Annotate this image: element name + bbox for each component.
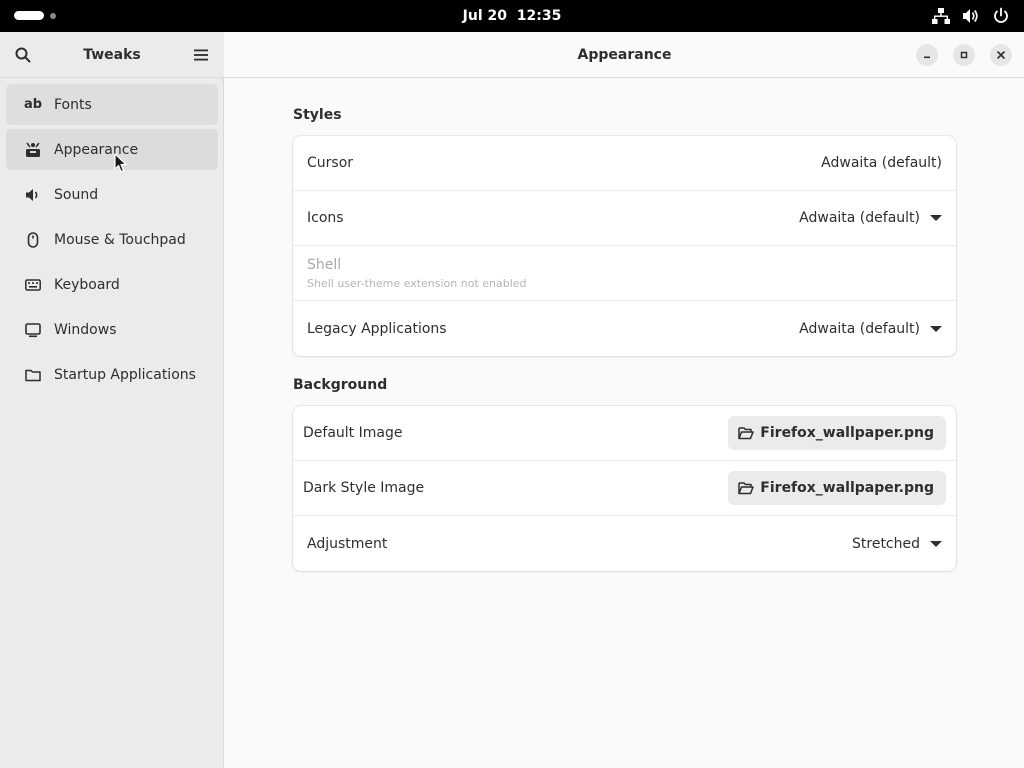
- sidebar-item-label: Mouse & Touchpad: [54, 231, 186, 248]
- folder-open-icon: [738, 427, 755, 440]
- background-heading: Background: [293, 377, 388, 393]
- appearance-content: Styles Cursor Adwaita (default) Icons Ad…: [293, 102, 956, 587]
- legacy-applications-row[interactable]: Legacy Applications Adwaita (default): [293, 301, 956, 356]
- dark-style-image-button[interactable]: Firefox_wallpaper.png: [728, 471, 946, 505]
- sidebar-item-appearance[interactable]: Appearance: [6, 129, 218, 170]
- default-image-row: Default Image Firefox_wallpaper.png: [293, 406, 956, 461]
- monitor-icon: [24, 321, 42, 339]
- search-button[interactable]: [8, 40, 38, 70]
- main-header: Appearance: [225, 32, 1024, 78]
- styles-card: Cursor Adwaita (default) Icons Adwaita (…: [293, 136, 956, 356]
- icons-label: Icons: [307, 210, 344, 226]
- workspace-active-indicator: [14, 11, 44, 20]
- background-card: Default Image Firefox_wallpaper.png Dark…: [293, 406, 956, 571]
- default-image-button[interactable]: Firefox_wallpaper.png: [728, 416, 946, 450]
- workspace-indicator: [50, 12, 56, 19]
- tweaks-window: Tweaks ab Fonts Appearance Sound Mouse &…: [0, 32, 1024, 768]
- default-image-filename: Firefox_wallpaper.png: [760, 425, 934, 441]
- clock: Jul 20 12:35: [0, 0, 1024, 32]
- folder-icon: [24, 366, 42, 384]
- clock-date[interactable]: Jul 20: [463, 8, 507, 24]
- sidebar-item-mouse-touchpad[interactable]: Mouse & Touchpad: [6, 219, 218, 260]
- dark-style-image-row: Dark Style Image Firefox_wallpaper.png: [293, 461, 956, 516]
- system-top-bar: Jul 20 12:35: [0, 0, 1024, 32]
- sidebar-item-label: Fonts: [54, 96, 92, 113]
- volume-icon[interactable]: [962, 7, 980, 25]
- speaker-icon: [24, 186, 42, 204]
- network-icon[interactable]: [932, 7, 950, 25]
- styles-heading: Styles: [293, 107, 342, 123]
- cursor-row[interactable]: Cursor Adwaita (default): [293, 136, 956, 191]
- maximize-button[interactable]: [953, 44, 975, 66]
- sidebar-header: Tweaks: [0, 32, 224, 78]
- adjustment-label: Adjustment: [307, 535, 388, 552]
- minimize-icon: [924, 56, 930, 59]
- adjustment-row[interactable]: Adjustment Stretched: [293, 516, 956, 571]
- sidebar-item-label: Sound: [54, 186, 99, 203]
- mouse-icon: [24, 231, 42, 249]
- main-menu-button[interactable]: [186, 40, 216, 70]
- icons-row[interactable]: Icons Adwaita (default): [293, 191, 956, 246]
- chevron-down-icon: [930, 215, 942, 221]
- system-tray[interactable]: [932, 7, 1010, 25]
- shell-sublabel: Shell user-theme extension not enabled: [307, 276, 527, 290]
- minimize-button[interactable]: [916, 44, 938, 66]
- sidebar-item-windows[interactable]: Windows: [6, 309, 218, 350]
- cursor-value: Adwaita (default): [821, 155, 942, 171]
- chevron-down-icon: [930, 325, 942, 332]
- shell-label: Shell: [307, 256, 342, 273]
- keyboard-icon: [24, 276, 42, 294]
- sidebar-list: ab Fonts Appearance Sound Mouse & Touchp…: [6, 84, 218, 399]
- sidebar: Tweaks ab Fonts Appearance Sound Mouse &…: [0, 32, 224, 768]
- icons-value: Adwaita (default): [799, 210, 920, 226]
- close-button[interactable]: [990, 44, 1012, 66]
- chevron-down-icon: [930, 540, 942, 547]
- legacy-applications-value: Adwaita (default): [799, 320, 920, 337]
- clock-time[interactable]: 12:35: [517, 8, 562, 24]
- shell-row: Shell Shell user-theme extension not ena…: [293, 246, 956, 301]
- search-icon: [15, 47, 31, 63]
- adjustment-value: Stretched: [852, 535, 920, 552]
- close-icon: [997, 51, 1005, 59]
- cursor-label: Cursor: [307, 155, 354, 171]
- sidebar-item-keyboard[interactable]: Keyboard: [6, 264, 218, 305]
- appearance-icon: [24, 141, 42, 159]
- folder-open-icon: [738, 482, 755, 495]
- dark-style-image-label: Dark Style Image: [303, 480, 425, 496]
- sidebar-item-label: Startup Applications: [54, 366, 196, 383]
- default-image-label: Default Image: [303, 425, 403, 441]
- page-title: Appearance: [577, 47, 672, 63]
- maximize-icon: [960, 51, 968, 59]
- fonts-icon: ab: [23, 97, 43, 112]
- mouse-pointer-icon: [114, 153, 128, 177]
- sidebar-item-sound[interactable]: Sound: [6, 174, 218, 215]
- power-icon[interactable]: [992, 7, 1010, 25]
- legacy-applications-label: Legacy Applications: [307, 320, 447, 337]
- sidebar-item-label: Keyboard: [54, 276, 120, 293]
- sidebar-item-startup-applications[interactable]: Startup Applications: [6, 354, 218, 395]
- dark-style-image-filename: Firefox_wallpaper.png: [760, 480, 934, 496]
- sidebar-item-label: Windows: [54, 321, 117, 338]
- activities-indicator[interactable]: [14, 11, 56, 20]
- hamburger-menu-icon: [194, 49, 208, 61]
- sidebar-item-fonts[interactable]: ab Fonts: [6, 84, 218, 125]
